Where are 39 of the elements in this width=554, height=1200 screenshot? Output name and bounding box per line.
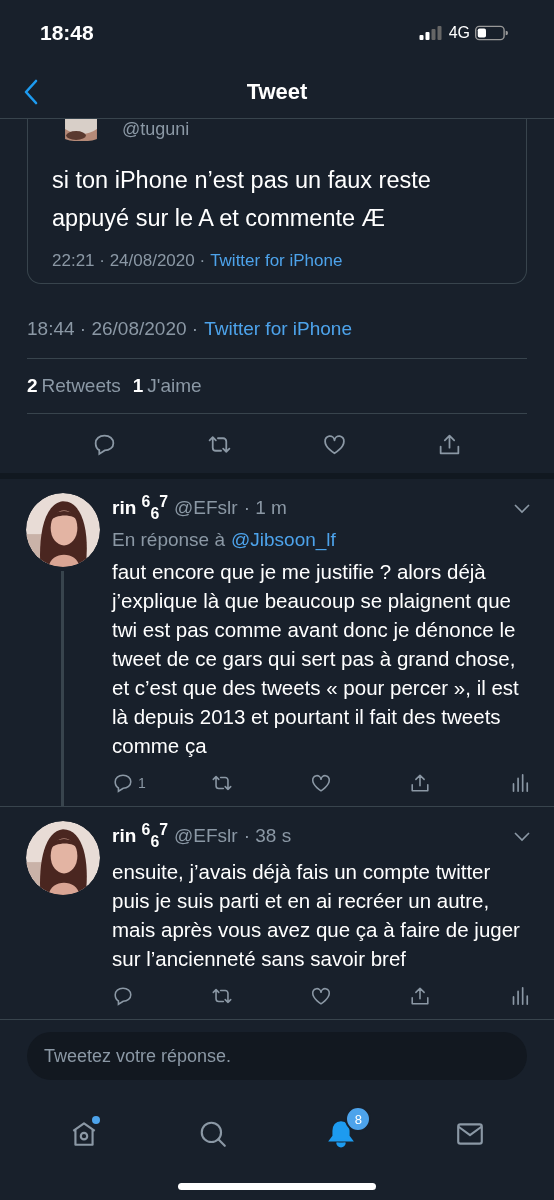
reply-time: · 38 s	[243, 825, 292, 848]
reply-text: ensuite, j’avais déjà fais un compte twitter puis je suis parti et en ai recréer un autre, mais après vous avez que ça à faire de juger sur l’ancienneté sans savoir bref	[112, 859, 521, 973]
user-handle: @EFslr	[174, 825, 238, 848]
tweet-timestamp: 18:44 · 26/08/2020 ·	[27, 318, 199, 340]
reply-count: 1	[138, 775, 146, 792]
reply-icon[interactable]	[92, 432, 117, 457]
stat-label[interactable]: Retweets	[41, 375, 121, 397]
stat-count: 2	[27, 375, 38, 397]
user-handle: @EFslr	[174, 497, 238, 520]
source-link[interactable]: Twitter for iPhone	[204, 318, 352, 340]
back-icon[interactable]	[24, 79, 38, 105]
battery-icon	[475, 25, 508, 41]
share-icon[interactable]	[409, 772, 431, 795]
reply-time: · 1 m	[243, 497, 287, 520]
share-icon[interactable]	[437, 432, 462, 457]
notification-badge: 8	[345, 1106, 372, 1133]
quoted-handle: @tuguni	[122, 119, 190, 140]
reply-icon[interactable]	[112, 772, 134, 795]
reply-icon[interactable]	[112, 985, 134, 1008]
header-title: Tweet	[246, 79, 308, 105]
quoted-timestamp: 22:21 · 24/08/2020 ·	[52, 251, 206, 271]
signal-icon	[418, 26, 444, 40]
source-link[interactable]: Twitter for iPhone	[210, 251, 343, 271]
network-label: 4G	[448, 24, 470, 42]
reply-to-label: En réponse à	[112, 529, 226, 552]
share-icon[interactable]	[409, 985, 431, 1008]
reply-text: faut encore que je me justifie ? alors déjà j’explique là que beaucoup se plaignent que twi est pas comme avant donc je dénonce le tweet de ce gars qui sert pas à grand chose, et c’est que des tweets « pour percer », il est là depuis 2013 et pourtant il fait des tweets comme ça	[112, 559, 520, 760]
quoted-tweet-text: si ton iPhone n’est pas un faux reste appuyé sur le A et commente Æ	[52, 166, 432, 233]
bell-icon	[326, 1119, 357, 1150]
unread-dot	[92, 1116, 101, 1125]
quoted-tweet-card[interactable]: @tuguni si ton iPhone n’est pas un faux reste appuyé sur le A et commente Æ 22:21 · 24/08/2020 · Twitter for iPhone	[27, 119, 527, 284]
status-time: 18:48	[40, 21, 94, 45]
stat-count: 1	[132, 375, 144, 397]
reply-field[interactable]: Tweetez votre réponse.	[27, 1032, 527, 1081]
heart-icon[interactable]	[322, 432, 347, 457]
stat-label[interactable]: J'aime	[147, 375, 202, 397]
chevron-down-icon[interactable]	[514, 504, 530, 515]
chevron-down-icon[interactable]	[514, 832, 530, 843]
mention-link[interactable]: @Jibsoon_lf	[231, 529, 336, 552]
